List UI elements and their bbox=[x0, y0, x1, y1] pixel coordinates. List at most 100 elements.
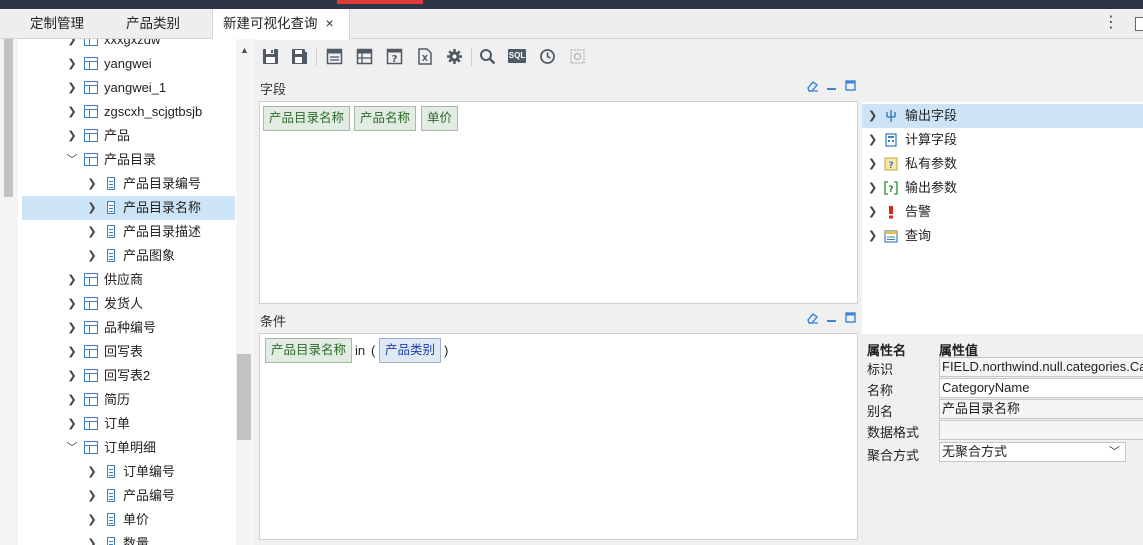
property-value-data-format[interactable] bbox=[939, 420, 1143, 440]
clock-icon[interactable] bbox=[537, 46, 557, 66]
tree-field-node[interactable]: ❯ 产品目录描述 bbox=[22, 220, 235, 244]
sql-icon[interactable]: SQL bbox=[507, 46, 527, 66]
tree-table-node[interactable]: ❯ 品种编号 bbox=[22, 316, 235, 340]
chevron-right-icon[interactable]: ❯ bbox=[66, 39, 78, 52]
tree-field-node[interactable]: ❯ 数量 bbox=[22, 532, 235, 545]
chevron-down-icon[interactable]: ﹀ bbox=[66, 436, 78, 460]
save-icon[interactable] bbox=[260, 46, 280, 66]
chevron-down-icon[interactable]: ﹀ bbox=[1109, 443, 1120, 461]
fields-drop-area[interactable] bbox=[259, 101, 858, 304]
eraser-icon[interactable] bbox=[806, 79, 819, 92]
chevron-right-icon[interactable]: ❯ bbox=[86, 196, 98, 220]
condition-value-chip[interactable]: 产品类别 bbox=[379, 338, 442, 363]
tree-field-node[interactable]: ❯ 产品目录名称 bbox=[22, 196, 235, 220]
maximize-icon[interactable] bbox=[844, 79, 857, 92]
chevron-right-icon[interactable]: ❯ bbox=[868, 104, 877, 128]
more-options-icon[interactable]: ⋮ bbox=[1103, 13, 1119, 33]
tree-field-node[interactable]: ❯ 产品编号 bbox=[22, 484, 235, 508]
chevron-right-icon[interactable]: ❯ bbox=[66, 364, 78, 388]
conditions-drop-area[interactable] bbox=[259, 333, 858, 540]
tree-table-node[interactable]: ❯ 简历 bbox=[22, 388, 235, 412]
restore-window-icon[interactable] bbox=[1135, 17, 1143, 31]
tree-table-node[interactable]: ﹀ 订单明细 bbox=[22, 436, 235, 460]
condition-operator[interactable]: in bbox=[355, 343, 365, 358]
tree-table-node[interactable]: ❯ 回写表2 bbox=[22, 364, 235, 388]
chevron-right-icon[interactable]: ❯ bbox=[66, 412, 78, 436]
rtree-item-calc-fields[interactable]: ❯ 计算字段 bbox=[862, 128, 1143, 152]
tree-table-node[interactable]: ❯ 供应商 bbox=[22, 268, 235, 292]
tree-scrollbar-thumb[interactable] bbox=[4, 39, 13, 197]
search-icon[interactable] bbox=[477, 46, 497, 66]
table-icon bbox=[84, 153, 98, 166]
gear-icon[interactable] bbox=[444, 46, 464, 66]
rtree-item-alarm[interactable]: ❯ 告警 bbox=[862, 200, 1143, 224]
chevron-right-icon[interactable]: ❯ bbox=[86, 484, 98, 508]
chevron-right-icon[interactable]: ❯ bbox=[66, 340, 78, 364]
rtree-item-output-params[interactable]: ❯ ? 输出参数 bbox=[862, 176, 1143, 200]
chevron-right-icon[interactable]: ❯ bbox=[66, 52, 78, 76]
chevron-right-icon[interactable]: ❯ bbox=[86, 532, 98, 545]
field-icon bbox=[107, 225, 115, 238]
chevron-right-icon[interactable]: ❯ bbox=[66, 268, 78, 292]
parameter-icon[interactable]: ? bbox=[384, 46, 404, 66]
tab-custom-management[interactable]: 定制管理 bbox=[30, 9, 84, 39]
tree-table-node[interactable]: ❯ yangwei_1 bbox=[22, 76, 235, 100]
close-icon[interactable]: × bbox=[326, 9, 334, 38]
chevron-right-icon[interactable]: ❯ bbox=[868, 176, 877, 200]
table-icon[interactable] bbox=[354, 46, 374, 66]
tree-field-node[interactable]: ❯ 产品图象 bbox=[22, 244, 235, 268]
tree-table-node[interactable]: ﹀ 产品目录 bbox=[22, 148, 235, 172]
chevron-right-icon[interactable]: ❯ bbox=[66, 100, 78, 124]
tree-table-node[interactable]: ❯ 回写表 bbox=[22, 340, 235, 364]
tree-field-node[interactable]: ❯ 产品目录编号 bbox=[22, 172, 235, 196]
chevron-right-icon[interactable]: ❯ bbox=[86, 172, 98, 196]
chevron-right-icon[interactable]: ❯ bbox=[66, 124, 78, 148]
property-value-name[interactable]: CategoryName bbox=[939, 378, 1143, 398]
chevron-right-icon[interactable]: ❯ bbox=[868, 224, 877, 248]
rtree-item-query[interactable]: ❯ 查询 bbox=[862, 224, 1143, 248]
chevron-right-icon[interactable]: ❯ bbox=[86, 220, 98, 244]
rtree-item-private-params[interactable]: ❯ ? 私有参数 bbox=[862, 152, 1143, 176]
chevron-right-icon[interactable]: ❯ bbox=[86, 244, 98, 268]
tab-product-category[interactable]: 产品类别 bbox=[126, 9, 180, 39]
tree-field-node[interactable]: ❯ 订单编号 bbox=[22, 460, 235, 484]
tree-scrollbar[interactable] bbox=[0, 39, 18, 545]
chevron-right-icon[interactable]: ❯ bbox=[66, 316, 78, 340]
rtree-item-output-fields[interactable]: ❯ 输出字段 bbox=[862, 104, 1143, 128]
chevron-right-icon[interactable]: ❯ bbox=[66, 388, 78, 412]
chevron-right-icon[interactable]: ❯ bbox=[868, 152, 877, 176]
tree-field-node[interactable]: ❯ 单价 bbox=[22, 508, 235, 532]
chevron-right-icon[interactable]: ❯ bbox=[86, 460, 98, 484]
scroll-up-arrow-icon[interactable]: ▲ bbox=[240, 45, 249, 55]
export-excel-icon[interactable]: X bbox=[414, 46, 434, 66]
condition-field-chip[interactable]: 产品目录名称 bbox=[265, 338, 353, 363]
chevron-down-icon[interactable]: ﹀ bbox=[66, 148, 78, 172]
sql-icon-label: SQL bbox=[507, 49, 527, 63]
field-chip[interactable]: 单价 bbox=[421, 106, 459, 131]
scrollbar-thumb[interactable] bbox=[237, 354, 251, 440]
chevron-right-icon[interactable]: ❯ bbox=[868, 128, 877, 152]
tree-table-node[interactable]: ❯ 发货人 bbox=[22, 292, 235, 316]
field-chip[interactable]: 产品目录名称 bbox=[263, 106, 351, 131]
property-value-alias[interactable]: 产品目录名称 bbox=[939, 399, 1143, 419]
aggregation-select[interactable]: 无聚合方式 ﹀ bbox=[939, 442, 1126, 462]
tree-table-node[interactable]: ❯ 订单 bbox=[22, 412, 235, 436]
tab-new-visual-query[interactable]: 新建可视化查询 × bbox=[212, 9, 350, 40]
maximize-icon[interactable] bbox=[844, 311, 857, 324]
tree-table-node[interactable]: ❯ zgscxh_scjgtbsjb bbox=[22, 100, 235, 124]
tree-table-node[interactable]: ❯ yangwei bbox=[22, 52, 235, 76]
minimize-icon[interactable] bbox=[825, 79, 838, 92]
save-as-icon[interactable] bbox=[289, 46, 309, 66]
chevron-right-icon[interactable]: ❯ bbox=[868, 200, 877, 224]
tree-horizontal-scrollbar[interactable]: ▲ bbox=[236, 39, 254, 545]
tree-table-node[interactable]: ❯ 产品 bbox=[22, 124, 235, 148]
chevron-right-icon[interactable]: ❯ bbox=[66, 76, 78, 100]
field-chip[interactable]: 产品名称 bbox=[354, 106, 417, 131]
tree-table-node[interactable]: ❯ xxxgxzdw bbox=[22, 39, 235, 52]
chevron-right-icon[interactable]: ❯ bbox=[86, 508, 98, 532]
minimize-icon[interactable] bbox=[825, 311, 838, 324]
property-value-id[interactable]: FIELD.northwind.null.categories.Category… bbox=[939, 357, 1143, 377]
chevron-right-icon[interactable]: ❯ bbox=[66, 292, 78, 316]
eraser-icon[interactable] bbox=[806, 311, 819, 324]
layout-icon[interactable] bbox=[324, 46, 344, 66]
